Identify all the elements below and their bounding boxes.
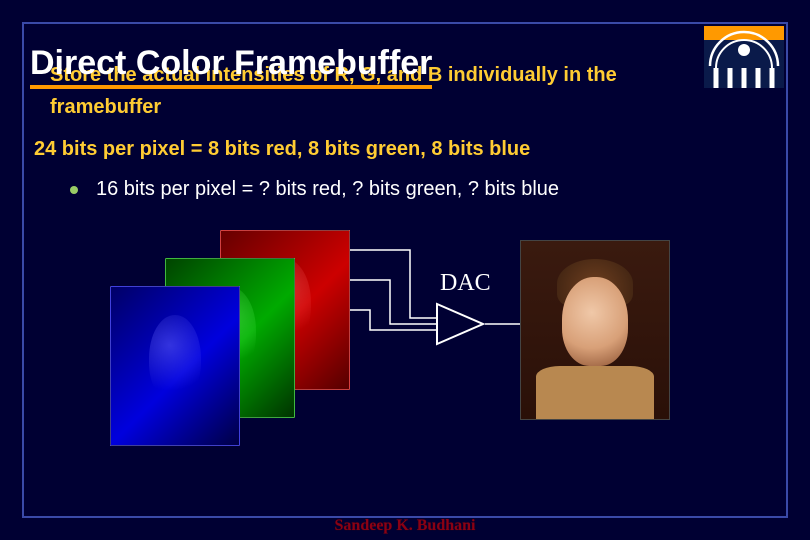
- bullet-text: 16 bits per pixel = ? bits red, ? bits g…: [96, 178, 559, 201]
- dac-triangle-icon: [435, 302, 485, 346]
- uva-logo: [704, 26, 784, 88]
- slide-title: Direct Color Framebuffer: [30, 44, 432, 89]
- body-line-2: 24 bits per pixel = 8 bits red, 8 bits g…: [34, 138, 530, 161]
- blue-channel-image: [110, 286, 240, 446]
- bullet-icon: [70, 186, 78, 194]
- framebuffer-diagram: DAC: [110, 230, 670, 460]
- bullet-row: 16 bits per pixel = ? bits red, ? bits g…: [70, 178, 559, 201]
- output-color-image: [520, 240, 670, 420]
- body-line-1b: framebuffer: [50, 96, 161, 119]
- footer-author: Sandeep K. Budhani: [0, 517, 810, 535]
- dac-label: DAC: [440, 270, 491, 297]
